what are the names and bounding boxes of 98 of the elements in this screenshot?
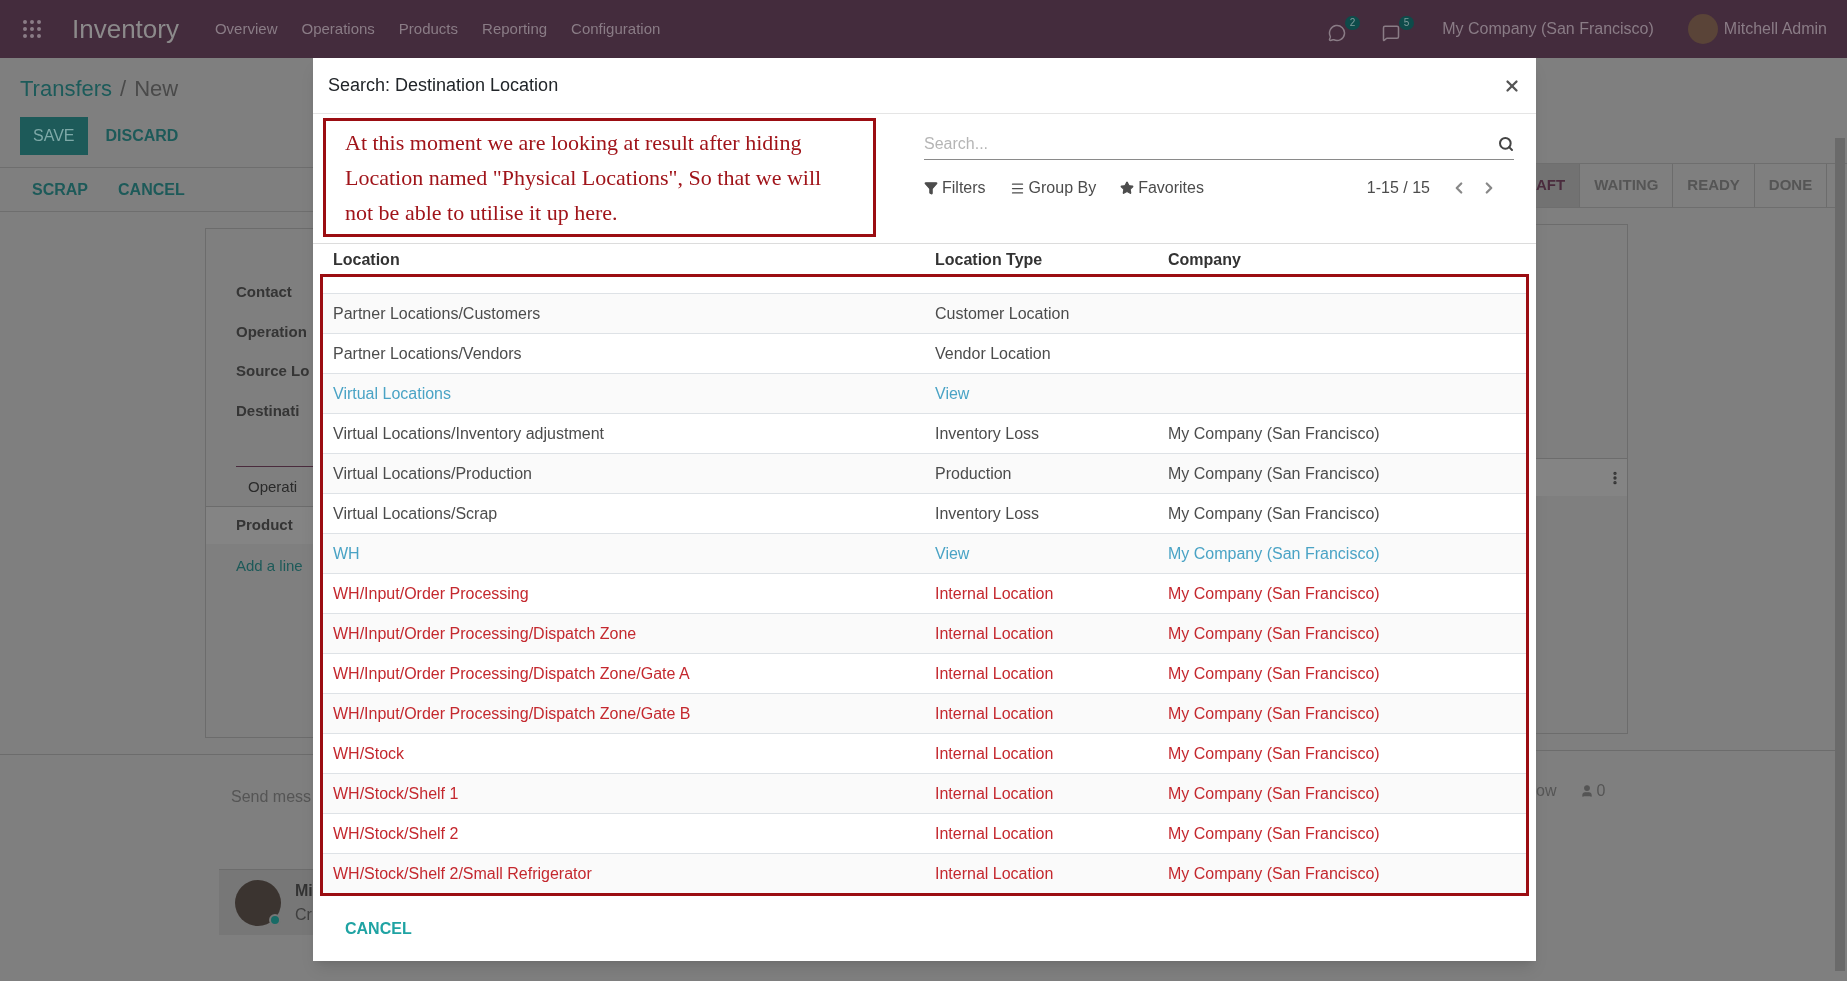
table-cell-text: WH/Stock/Shelf 2/Small Refrigerator [333, 863, 593, 884]
table-cell-text: Virtual Locations/Inventory adjustment [333, 423, 605, 444]
menu-icon [1009, 180, 1025, 196]
comments-icon [1382, 24, 1401, 42]
table-row[interactable]: WH/Stock/Shelf 2/Small Refrigerator Internal Location My Company (San Francisco) [323, 853, 1526, 893]
menu-item[interactable]: Products [398, 17, 459, 41]
table-cell-text: WH/Input/Order Processing/Dispatch Zone/Gate A [333, 663, 691, 684]
table-cell-text: WH [333, 543, 361, 564]
table-cell-text: My Company (San Francisco) [1168, 743, 1380, 764]
table-row[interactable]: Virtual Locations View [323, 373, 1526, 413]
table-cell-text: Internal Location [935, 623, 1055, 644]
apps-menu-button[interactable] [20, 17, 44, 41]
add-line-link[interactable]: Add a line [236, 557, 303, 574]
search-icon [1498, 135, 1514, 152]
search-field[interactable]: Search... [924, 131, 1498, 156]
table-cell-text: Internal Location [935, 823, 1055, 844]
table-cell-text: Inventory Loss [935, 423, 1041, 444]
table-cell-text: Internal Location [935, 863, 1055, 884]
status-stage[interactable]: AFT [1536, 164, 1581, 207]
field-label: Operation [236, 321, 308, 342]
user-avatar [1687, 14, 1718, 44]
table-cell-text: Customer Location [935, 303, 1071, 324]
notebook-tab[interactable]: Operati [248, 478, 298, 495]
table-cell-text: Internal Location [935, 663, 1055, 684]
table-cell-text: Internal Location [935, 743, 1055, 764]
table-cell-text: Internal Location [935, 783, 1055, 804]
table-cell-text: WH/Input/Order Processing/Dispatch Zone [333, 623, 638, 644]
table-cell-text: My Company (San Francisco) [1168, 703, 1380, 724]
table-cell-text: Vendor Location [935, 343, 1052, 364]
table-cell-text: Partner Locations/Vendors [333, 343, 523, 364]
activities-button[interactable]: 5 [1382, 16, 1415, 42]
user-menu[interactable]: Mitchell Admin [1723, 17, 1827, 41]
table-cell-text: Production [935, 463, 1013, 484]
breadcrumb-link[interactable]: Transfers [20, 72, 113, 105]
search-option-button[interactable]: Filters [924, 176, 986, 200]
table-cell-text: View [935, 383, 971, 404]
table-cell-text: WH/Input/Order Processing [333, 583, 530, 604]
field-label: Destinati [236, 400, 301, 421]
table-cell-text: WH/Stock/Shelf 1 [333, 783, 460, 804]
table-row[interactable]: Partner Locations/Customers Customer Location [323, 293, 1526, 333]
activity-count-badge: 5 [1398, 16, 1415, 30]
table-cell-text: Partner Locations/Customers [333, 303, 542, 324]
menu-item[interactable]: Configuration [571, 17, 661, 41]
table-cell-text: My Company (San Francisco) [1168, 783, 1380, 804]
table-cell-text: My Company (San Francisco) [1168, 863, 1380, 884]
table-cell-text: My Company (San Francisco) [1168, 663, 1380, 684]
search-option-button[interactable]: Group By [1009, 176, 1097, 200]
table-cell-text: Virtual Locations/Production [333, 463, 533, 484]
field-label: Contact [236, 282, 293, 302]
cancel-button[interactable]: CANCEL [345, 916, 412, 941]
app-title: Inventory [72, 12, 179, 46]
chat-icon [1328, 24, 1347, 42]
menu-item[interactable]: Reporting [482, 17, 548, 41]
message-author: Mi [295, 880, 313, 901]
message-count-badge: 2 [1344, 16, 1361, 30]
column-header[interactable]: Company [1168, 248, 1241, 272]
search-option-button[interactable]: Favorites [1120, 176, 1204, 200]
company-switcher[interactable]: My Company (San Francisco) [1442, 17, 1654, 41]
table-cell-text: View [935, 543, 971, 564]
save-button[interactable]: SAVE [20, 117, 88, 155]
table-cell-text: My Company (San Francisco) [1168, 423, 1380, 444]
table-cell-text: My Company (San Francisco) [1168, 583, 1380, 604]
user-icon [1580, 784, 1595, 798]
pager-value: 1-15 / 15 [1366, 178, 1430, 198]
table-cell-text: My Company (San Francisco) [1168, 503, 1380, 524]
table-cell-text: WH/Stock/Shelf 2 [333, 823, 460, 844]
message-text: Cr [295, 904, 313, 925]
discard-button[interactable]: DISCARD [91, 117, 193, 155]
table-cell-text: WH/Stock [333, 743, 406, 764]
cancel-button[interactable]: CANCEL [106, 177, 197, 202]
menu-item[interactable]: Operations [301, 17, 375, 41]
column-header[interactable]: Location Type [935, 248, 1168, 272]
column-header: Product [236, 515, 293, 536]
column-header[interactable]: Location [333, 248, 935, 272]
breadcrumb-separator: / [120, 75, 127, 103]
table-row[interactable]: WH/Stock/Shelf 1 Internal Location My Company (San Francisco) [323, 773, 1526, 813]
table-row[interactable]: WH/Input/Order Processing/Dispatch Zone/Gate B Internal Location My Company (San Francisco) [323, 693, 1526, 733]
table-row[interactable]: WH/Input/Order Processing/Dispatch Zone Internal Location My Company (San Francisco) [323, 613, 1526, 653]
table-cell-text: Virtual Locations [333, 383, 452, 404]
table-cell-text: Inventory Loss [935, 503, 1041, 524]
star-icon [1120, 181, 1135, 195]
table-cell-text: Internal Location [935, 703, 1055, 724]
table-cell-text: My Company (San Francisco) [1168, 463, 1380, 484]
table-cell-text: My Company (San Francisco) [1168, 823, 1380, 844]
dialog-title: Search: Destination Location [328, 74, 559, 97]
table-cell-text: My Company (San Francisco) [1168, 623, 1380, 644]
table-cell-text: My Company (San Francisco) [1168, 543, 1380, 564]
messages-button[interactable]: 2 [1328, 16, 1361, 42]
table-cell-text: Virtual Locations/Scrap [333, 503, 499, 524]
filter-icon [924, 181, 938, 195]
field-label: Source Lo [236, 361, 311, 381]
table-cell-text: WH/Input/Order Processing/Dispatch Zone/Gate B [333, 703, 692, 724]
table-row[interactable]: Virtual Locations/Production Production My Company (San Francisco) [323, 453, 1526, 493]
table-row[interactable]: WH View My Company (San Francisco) [323, 533, 1526, 573]
annotation-callout: At this moment we are looking at result after hiding Location named "Physical Locations", So that we will not be able to utilise it up here. [323, 118, 876, 237]
scrap-button[interactable]: SCRAP [20, 177, 100, 202]
menu-item[interactable]: Overview [214, 17, 278, 41]
table-cell-text: Internal Location [935, 583, 1055, 604]
